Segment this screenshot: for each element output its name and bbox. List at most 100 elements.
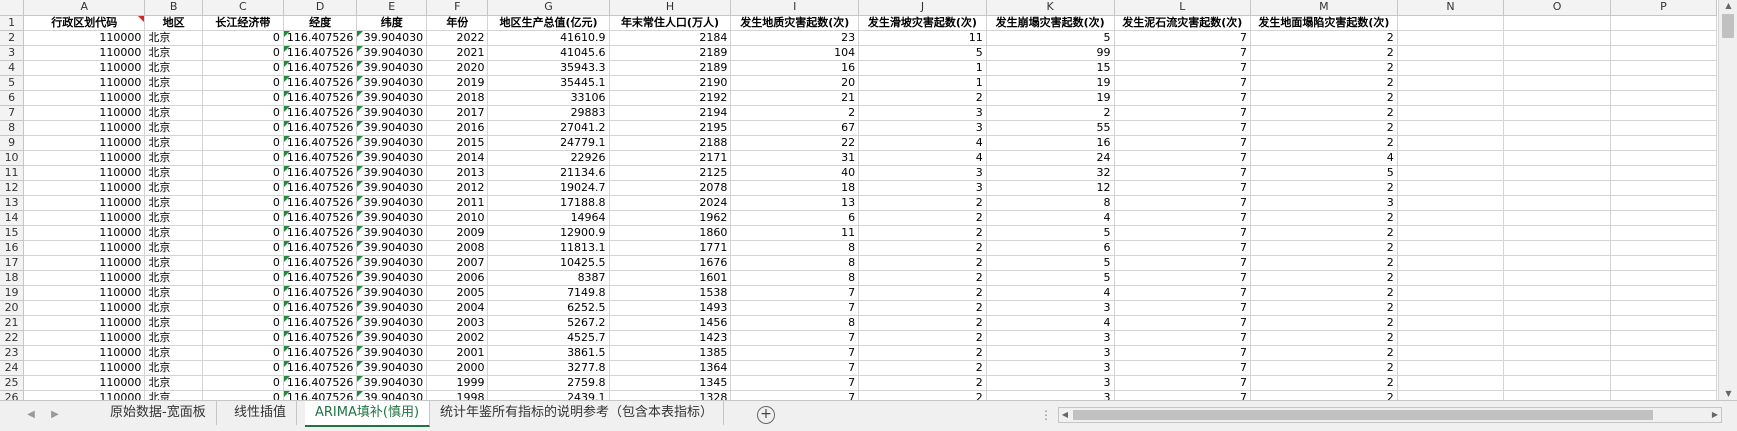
cell[interactable]: 1771 bbox=[609, 240, 732, 256]
row-header[interactable]: 16 bbox=[0, 240, 25, 256]
column-header-e[interactable]: E bbox=[356, 0, 428, 16]
cell[interactable]: 1860 bbox=[609, 225, 732, 241]
cell[interactable]: 110000 bbox=[23, 315, 146, 331]
cell[interactable] bbox=[1503, 210, 1611, 226]
cell[interactable]: 2019 bbox=[426, 75, 489, 91]
row-header[interactable]: 17 bbox=[0, 255, 25, 271]
cell[interactable]: 2194 bbox=[609, 105, 732, 121]
column-header-b[interactable]: B bbox=[144, 0, 203, 16]
cell[interactable]: 7 bbox=[1114, 375, 1252, 391]
column-header-j[interactable]: J bbox=[858, 0, 987, 16]
cell[interactable]: 2 bbox=[858, 270, 987, 286]
cell-header[interactable]: 经度 bbox=[283, 15, 358, 31]
cell[interactable]: 7 bbox=[1114, 315, 1252, 331]
cell[interactable]: 2016 bbox=[426, 120, 489, 136]
row-header[interactable]: 22 bbox=[0, 330, 25, 346]
cell[interactable]: 北京 bbox=[144, 105, 203, 121]
cell[interactable]: 1676 bbox=[609, 255, 732, 271]
cell[interactable]: 0 bbox=[202, 330, 284, 346]
cell[interactable] bbox=[1503, 255, 1611, 271]
cell[interactable]: 99 bbox=[986, 45, 1115, 61]
cell[interactable]: 39.904030 bbox=[356, 210, 428, 226]
cell[interactable]: 北京 bbox=[144, 30, 203, 46]
cell[interactable]: 2439.1 bbox=[487, 390, 610, 400]
cell[interactable]: 5 bbox=[986, 30, 1115, 46]
prev-sheet-icon[interactable]: ◀ bbox=[24, 409, 38, 420]
sheet-tab-3[interactable]: ARIMA填补(慎用) bbox=[305, 401, 431, 427]
cell[interactable]: 2001 bbox=[426, 345, 489, 361]
cell[interactable]: 116.407526 bbox=[283, 300, 358, 316]
cell[interactable]: 11 bbox=[858, 30, 987, 46]
cell[interactable]: 110000 bbox=[23, 165, 146, 181]
cell[interactable]: 110000 bbox=[23, 300, 146, 316]
cell[interactable]: 7 bbox=[730, 375, 860, 391]
cell[interactable]: 1385 bbox=[609, 345, 732, 361]
cell[interactable]: 2 bbox=[858, 375, 987, 391]
cell[interactable]: 19 bbox=[986, 75, 1115, 91]
cell[interactable] bbox=[1610, 120, 1717, 136]
cell[interactable]: 35445.1 bbox=[487, 75, 610, 91]
cell[interactable] bbox=[1610, 210, 1717, 226]
cell[interactable]: 110000 bbox=[23, 270, 146, 286]
column-header-a[interactable]: A bbox=[23, 0, 146, 16]
cell[interactable]: 1962 bbox=[609, 210, 732, 226]
cell[interactable]: 3 bbox=[858, 180, 987, 196]
cell[interactable]: 7 bbox=[1114, 390, 1252, 400]
cell[interactable]: 2 bbox=[858, 285, 987, 301]
cell[interactable]: 1998 bbox=[426, 390, 489, 400]
cell[interactable]: 11 bbox=[730, 225, 860, 241]
cell[interactable]: 21 bbox=[730, 90, 860, 106]
cell[interactable] bbox=[1503, 150, 1611, 166]
cell[interactable]: 0 bbox=[202, 210, 284, 226]
cell[interactable]: 3 bbox=[858, 105, 987, 121]
cell[interactable]: 6252.5 bbox=[487, 300, 610, 316]
cell[interactable]: 北京 bbox=[144, 345, 203, 361]
cell[interactable]: 北京 bbox=[144, 90, 203, 106]
cell[interactable]: 2 bbox=[1250, 180, 1398, 196]
cell[interactable]: 北京 bbox=[144, 45, 203, 61]
cell[interactable] bbox=[1610, 75, 1717, 91]
cell[interactable]: 3 bbox=[986, 360, 1115, 376]
cell[interactable]: 北京 bbox=[144, 75, 203, 91]
cell[interactable]: 北京 bbox=[144, 150, 203, 166]
cell[interactable]: 7 bbox=[1114, 285, 1252, 301]
cell-header[interactable]: 发生地面塌陷灾害起数(次) bbox=[1250, 15, 1398, 31]
cell[interactable]: 110000 bbox=[23, 75, 146, 91]
cell[interactable]: 5 bbox=[858, 45, 987, 61]
cell[interactable]: 2 bbox=[1250, 300, 1398, 316]
scroll-left-icon[interactable]: ◀ bbox=[1059, 408, 1071, 422]
cell[interactable]: 2 bbox=[1250, 345, 1398, 361]
row-header[interactable]: 25 bbox=[0, 375, 25, 391]
cell[interactable] bbox=[1610, 45, 1717, 61]
scroll-down-icon[interactable]: ▼ bbox=[1719, 388, 1737, 400]
cell[interactable]: 0 bbox=[202, 225, 284, 241]
cell[interactable]: 67 bbox=[730, 120, 860, 136]
cell[interactable]: 55 bbox=[986, 120, 1115, 136]
cell[interactable]: 7 bbox=[1114, 60, 1252, 76]
cell[interactable]: 7 bbox=[1114, 45, 1252, 61]
cell[interactable] bbox=[1503, 330, 1611, 346]
cell[interactable] bbox=[1503, 195, 1611, 211]
cell[interactable]: 2 bbox=[858, 240, 987, 256]
column-header-f[interactable]: F bbox=[426, 0, 489, 16]
cell[interactable]: 7 bbox=[730, 285, 860, 301]
cell[interactable]: 110000 bbox=[23, 60, 146, 76]
cell[interactable]: 10425.5 bbox=[487, 255, 610, 271]
cell[interactable]: 11813.1 bbox=[487, 240, 610, 256]
cell[interactable]: 2 bbox=[858, 225, 987, 241]
cell[interactable]: 7 bbox=[1114, 255, 1252, 271]
cell[interactable] bbox=[1503, 225, 1611, 241]
cell[interactable] bbox=[1503, 75, 1611, 91]
cell[interactable]: 39.904030 bbox=[356, 150, 428, 166]
cell[interactable] bbox=[1610, 360, 1717, 376]
cell[interactable]: 2005 bbox=[426, 285, 489, 301]
cell[interactable]: 2078 bbox=[609, 180, 732, 196]
cell[interactable]: 116.407526 bbox=[283, 180, 358, 196]
cell[interactable] bbox=[1503, 375, 1611, 391]
cell[interactable]: 0 bbox=[202, 375, 284, 391]
cell-header[interactable]: 年末常住人口(万人) bbox=[609, 15, 732, 31]
cell[interactable]: 39.904030 bbox=[356, 75, 428, 91]
cell[interactable] bbox=[1610, 390, 1717, 400]
cell[interactable]: 2012 bbox=[426, 180, 489, 196]
cell[interactable] bbox=[1610, 270, 1717, 286]
